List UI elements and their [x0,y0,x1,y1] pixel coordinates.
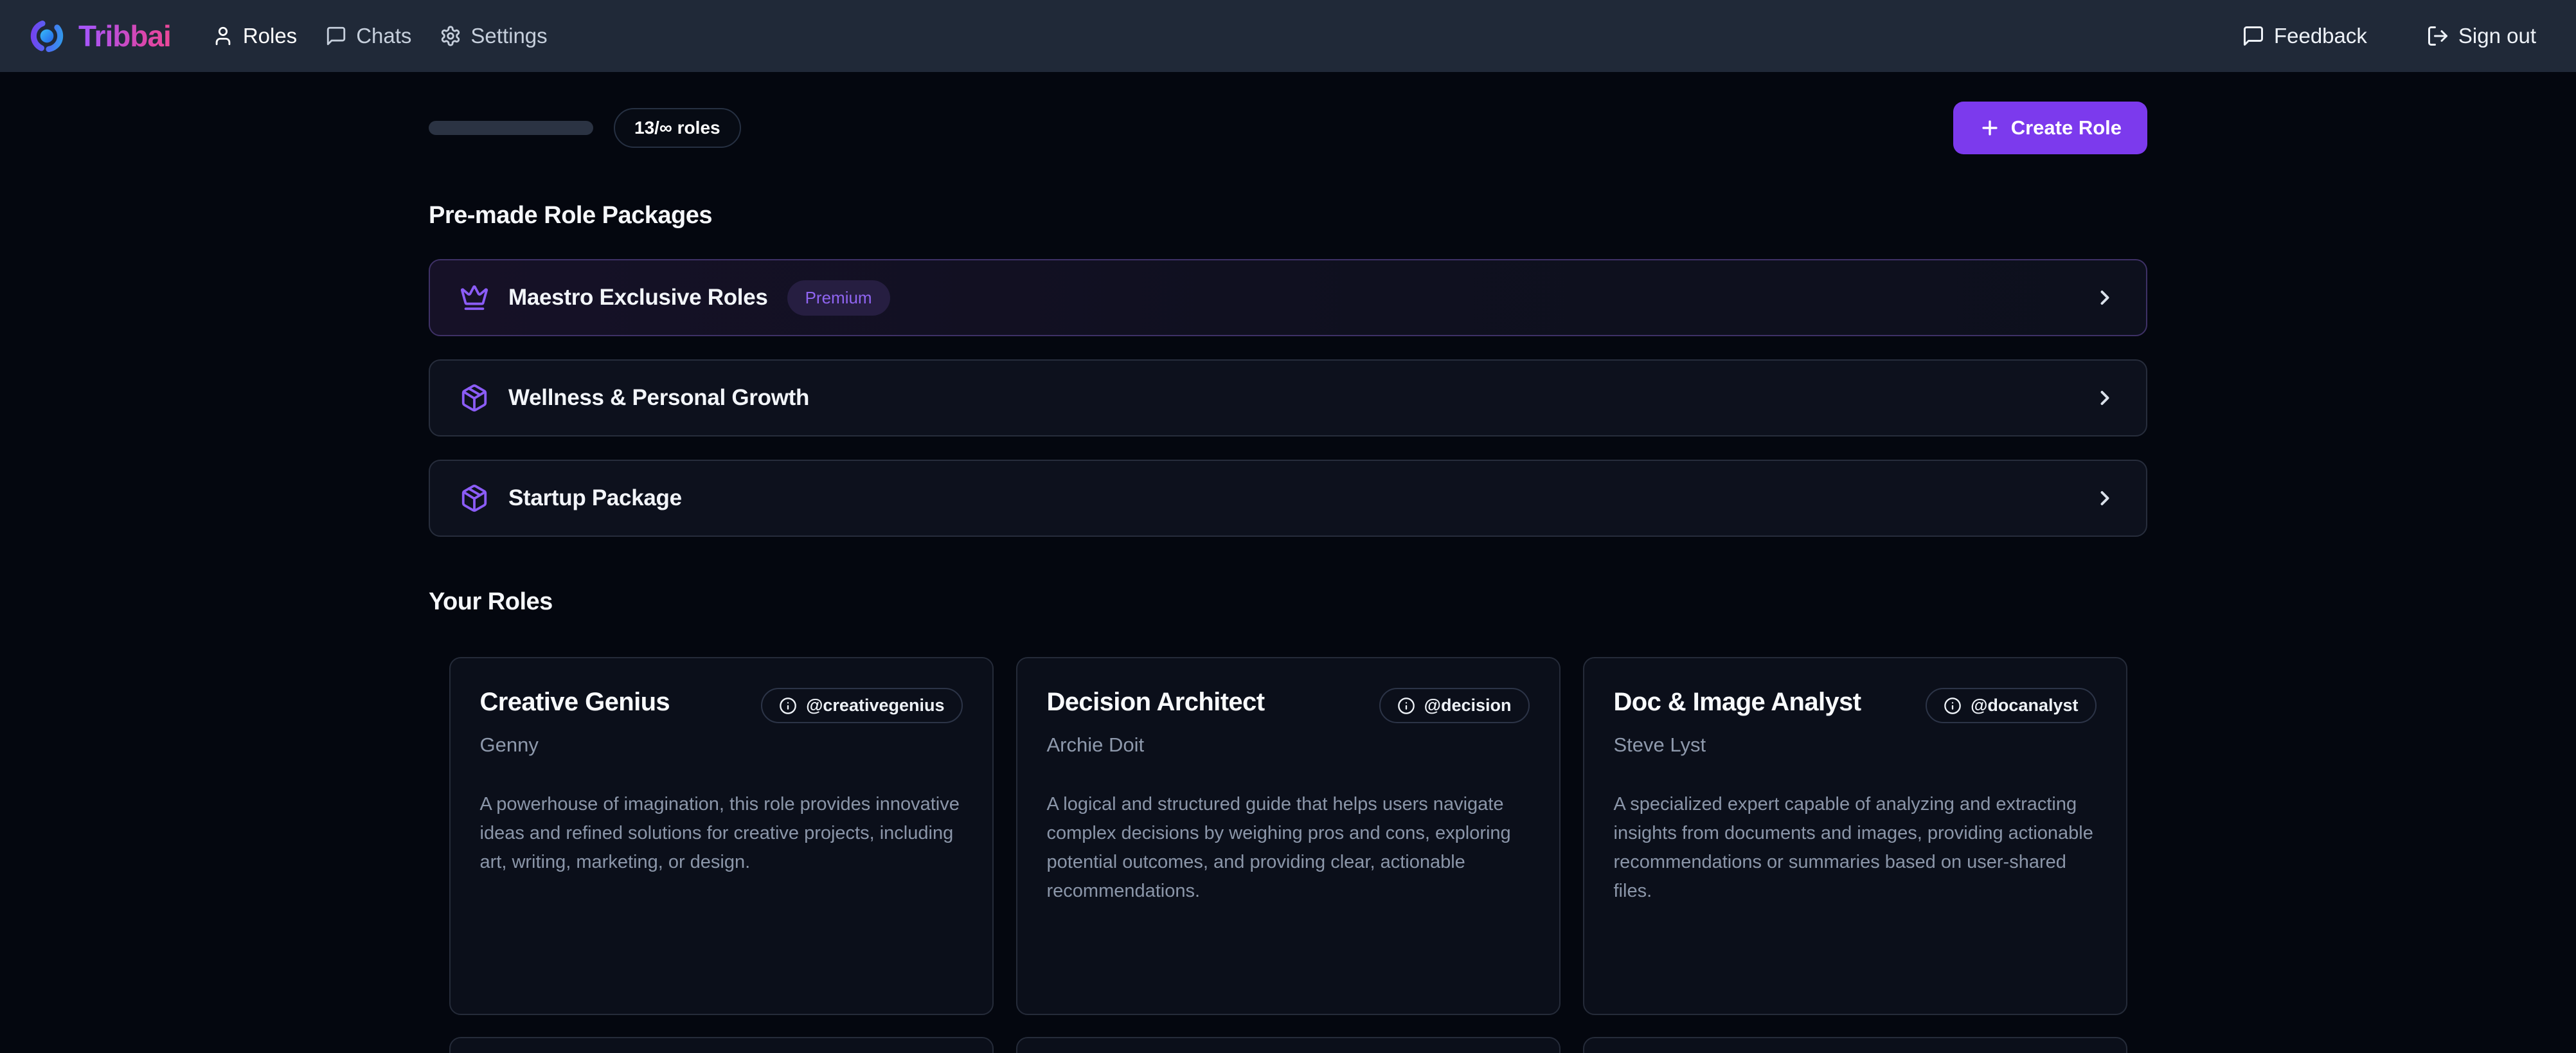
nav-item-chats[interactable]: Chats [325,24,411,48]
role-subtitle: Archie Doit [1047,734,1530,757]
roles-toolbar: 13/∞ roles Create Role [429,102,2147,154]
package-name: Maestro Exclusive Roles [508,285,768,310]
top-nav: Tribbai Roles Chats Settings [0,0,2576,72]
package-row-maestro[interactable]: Maestro Exclusive Roles Premium [429,259,2147,336]
chevron-right-icon [2093,286,2116,309]
nav-item-label: Chats [356,24,411,48]
create-role-button[interactable]: Create Role [1953,102,2147,154]
role-handle: @creativegenius [806,696,944,716]
role-handle-badge[interactable]: @decision [1379,688,1530,723]
nav-item-roles[interactable]: Roles [212,24,297,48]
nav-item-label: Settings [470,24,547,48]
sign-out-label: Sign out [2458,24,2536,48]
gear-icon [440,25,461,47]
role-description: A specialized expert capable of analyzin… [1614,790,2097,906]
main-content: 13/∞ roles Create Role Pre-made Role Pac… [429,102,2147,1053]
plus-icon [1979,117,2001,139]
role-title: Doc & Image Analyst [1614,688,1861,716]
chevron-right-icon [2093,386,2116,410]
role-subtitle: Genny [480,734,963,757]
feedback-button[interactable]: Feedback [2242,24,2367,48]
package-icon [460,483,489,513]
role-description: A powerhouse of imagination, this role p… [480,790,963,877]
role-description: A logical and structured guide that help… [1047,790,1530,906]
role-title: Decision Architect [1047,688,1265,716]
package-row-startup[interactable]: Startup Package [429,460,2147,537]
role-title: Creative Genius [480,688,670,716]
package-name: Startup Package [508,485,682,511]
packages-section-title: Pre-made Role Packages [429,202,2147,230]
nav-item-label: Roles [243,24,297,48]
feedback-label: Feedback [2274,24,2367,48]
sign-out-button[interactable]: Sign out [2426,24,2536,48]
your-roles-section-title: Your Roles [429,588,2147,616]
logout-icon [2426,24,2449,48]
brand-logo[interactable]: Tribbai [27,16,171,56]
role-subtitle: Steve Lyst [1614,734,2097,757]
feedback-chat-icon [2242,24,2265,48]
info-icon [1944,697,1962,715]
crown-icon [460,283,489,312]
role-card-shell[interactable] [449,1037,994,1053]
premium-badge: Premium [787,280,890,316]
package-name: Wellness & Personal Growth [508,385,809,411]
info-icon [1397,697,1415,715]
create-role-label: Create Role [2011,116,2122,140]
tribbai-logo-icon [27,16,67,56]
chevron-right-icon [2093,487,2116,510]
chat-icon [325,25,347,47]
roles-count-badge: 13/∞ roles [614,108,741,148]
role-handle-badge[interactable]: @docanalyst [1926,688,2096,723]
nav-item-settings[interactable]: Settings [440,24,547,48]
brand-name: Tribbai [78,19,171,53]
role-handle: @docanalyst [1971,696,2078,716]
package-icon [460,383,489,413]
package-row-wellness[interactable]: Wellness & Personal Growth [429,359,2147,437]
role-card-creative-genius[interactable]: Creative Genius @creativegenius Genny A … [449,657,994,1015]
role-handle-badge[interactable]: @creativegenius [761,688,962,723]
package-list: Maestro Exclusive Roles Premium Wellness… [429,259,2147,537]
role-card-doc-image-analyst[interactable]: Doc & Image Analyst @docanalyst Steve Ly… [1583,657,2127,1015]
info-icon [779,697,797,715]
your-roles-grid: Creative Genius @creativegenius Genny A … [449,657,2127,1053]
roles-progress-bar [429,121,593,135]
role-handle: @decision [1424,696,1512,716]
user-icon [212,25,234,47]
role-card-shell[interactable] [1583,1037,2127,1053]
role-card-shell[interactable] [1016,1037,1561,1053]
role-card-decision-architect[interactable]: Decision Architect @decision Archie Doit… [1016,657,1561,1015]
